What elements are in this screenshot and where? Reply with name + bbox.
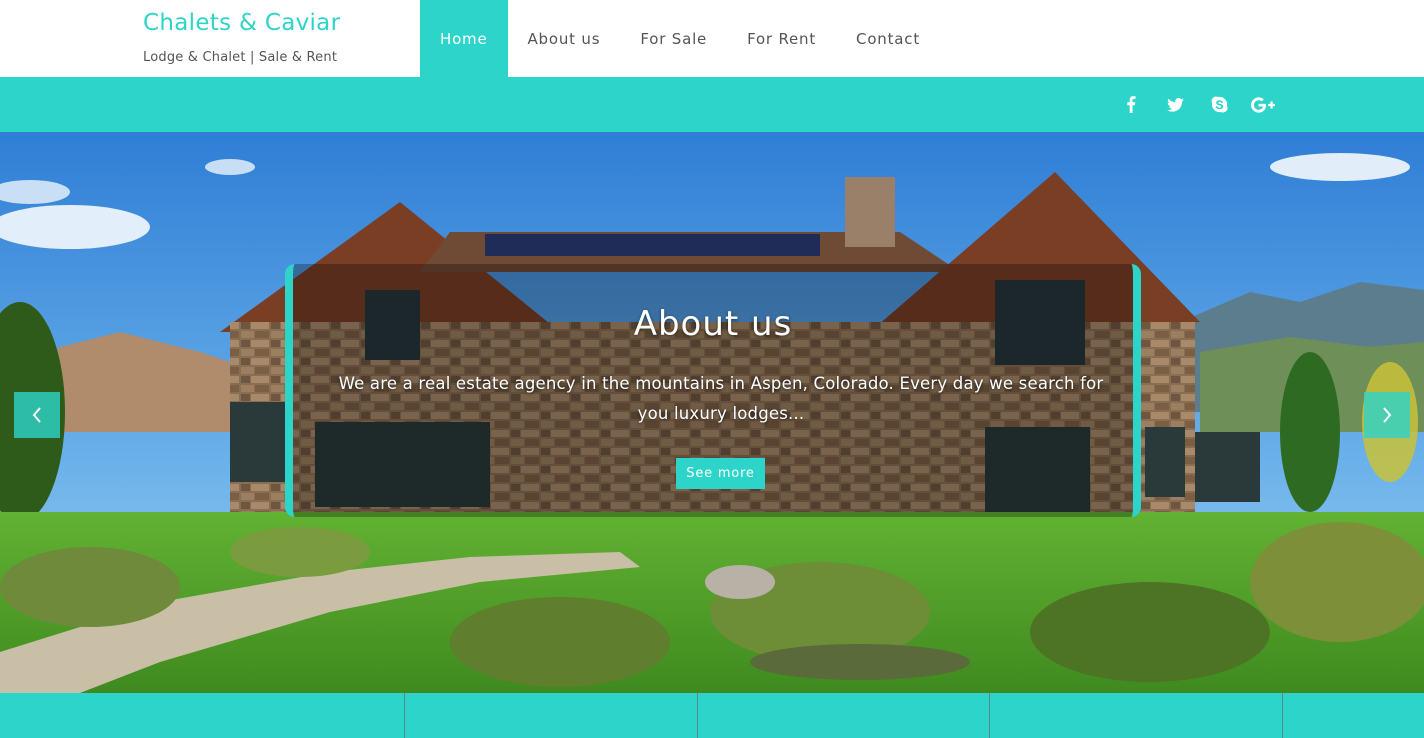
nav-item-home[interactable]: Home bbox=[420, 0, 508, 77]
nav-item-for-sale[interactable]: For Sale bbox=[620, 0, 727, 77]
caption-title: About us bbox=[633, 304, 793, 344]
skype-icon[interactable] bbox=[1205, 77, 1233, 132]
social-bar bbox=[0, 77, 1424, 132]
nav-item-about-us[interactable]: About us bbox=[508, 0, 621, 77]
carousel-next-button[interactable] bbox=[1364, 392, 1410, 438]
brand-subtitle: Lodge & Chalet | Sale & Rent bbox=[143, 50, 338, 65]
bottom-divider bbox=[697, 693, 698, 738]
site-header: Chalets & Caviar Lodge & Chalet | Sale &… bbox=[0, 0, 1424, 77]
carousel-prev-button[interactable] bbox=[14, 392, 60, 438]
chevron-right-icon bbox=[1383, 407, 1392, 423]
carousel-caption: About us We are a real estate agency in … bbox=[285, 264, 1141, 517]
twitter-icon[interactable] bbox=[1161, 77, 1189, 132]
main-nav: Home About us For Sale For Rent Contact bbox=[420, 0, 940, 77]
caption-text: We are a real estate agency in the mount… bbox=[338, 374, 1104, 423]
see-more-button[interactable]: See more bbox=[676, 458, 765, 489]
nav-item-for-rent[interactable]: For Rent bbox=[727, 0, 836, 77]
facebook-icon[interactable] bbox=[1117, 77, 1145, 132]
hero-carousel: About us We are a real estate agency in … bbox=[0, 132, 1424, 693]
bottom-bar bbox=[0, 693, 1424, 738]
brand-title[interactable]: Chalets & Caviar bbox=[143, 10, 340, 36]
bottom-divider bbox=[1282, 693, 1283, 738]
chevron-left-icon bbox=[32, 407, 41, 423]
google-plus-icon[interactable] bbox=[1249, 77, 1277, 132]
bottom-divider bbox=[989, 693, 990, 738]
bottom-divider bbox=[404, 693, 405, 738]
nav-item-contact[interactable]: Contact bbox=[836, 0, 940, 77]
